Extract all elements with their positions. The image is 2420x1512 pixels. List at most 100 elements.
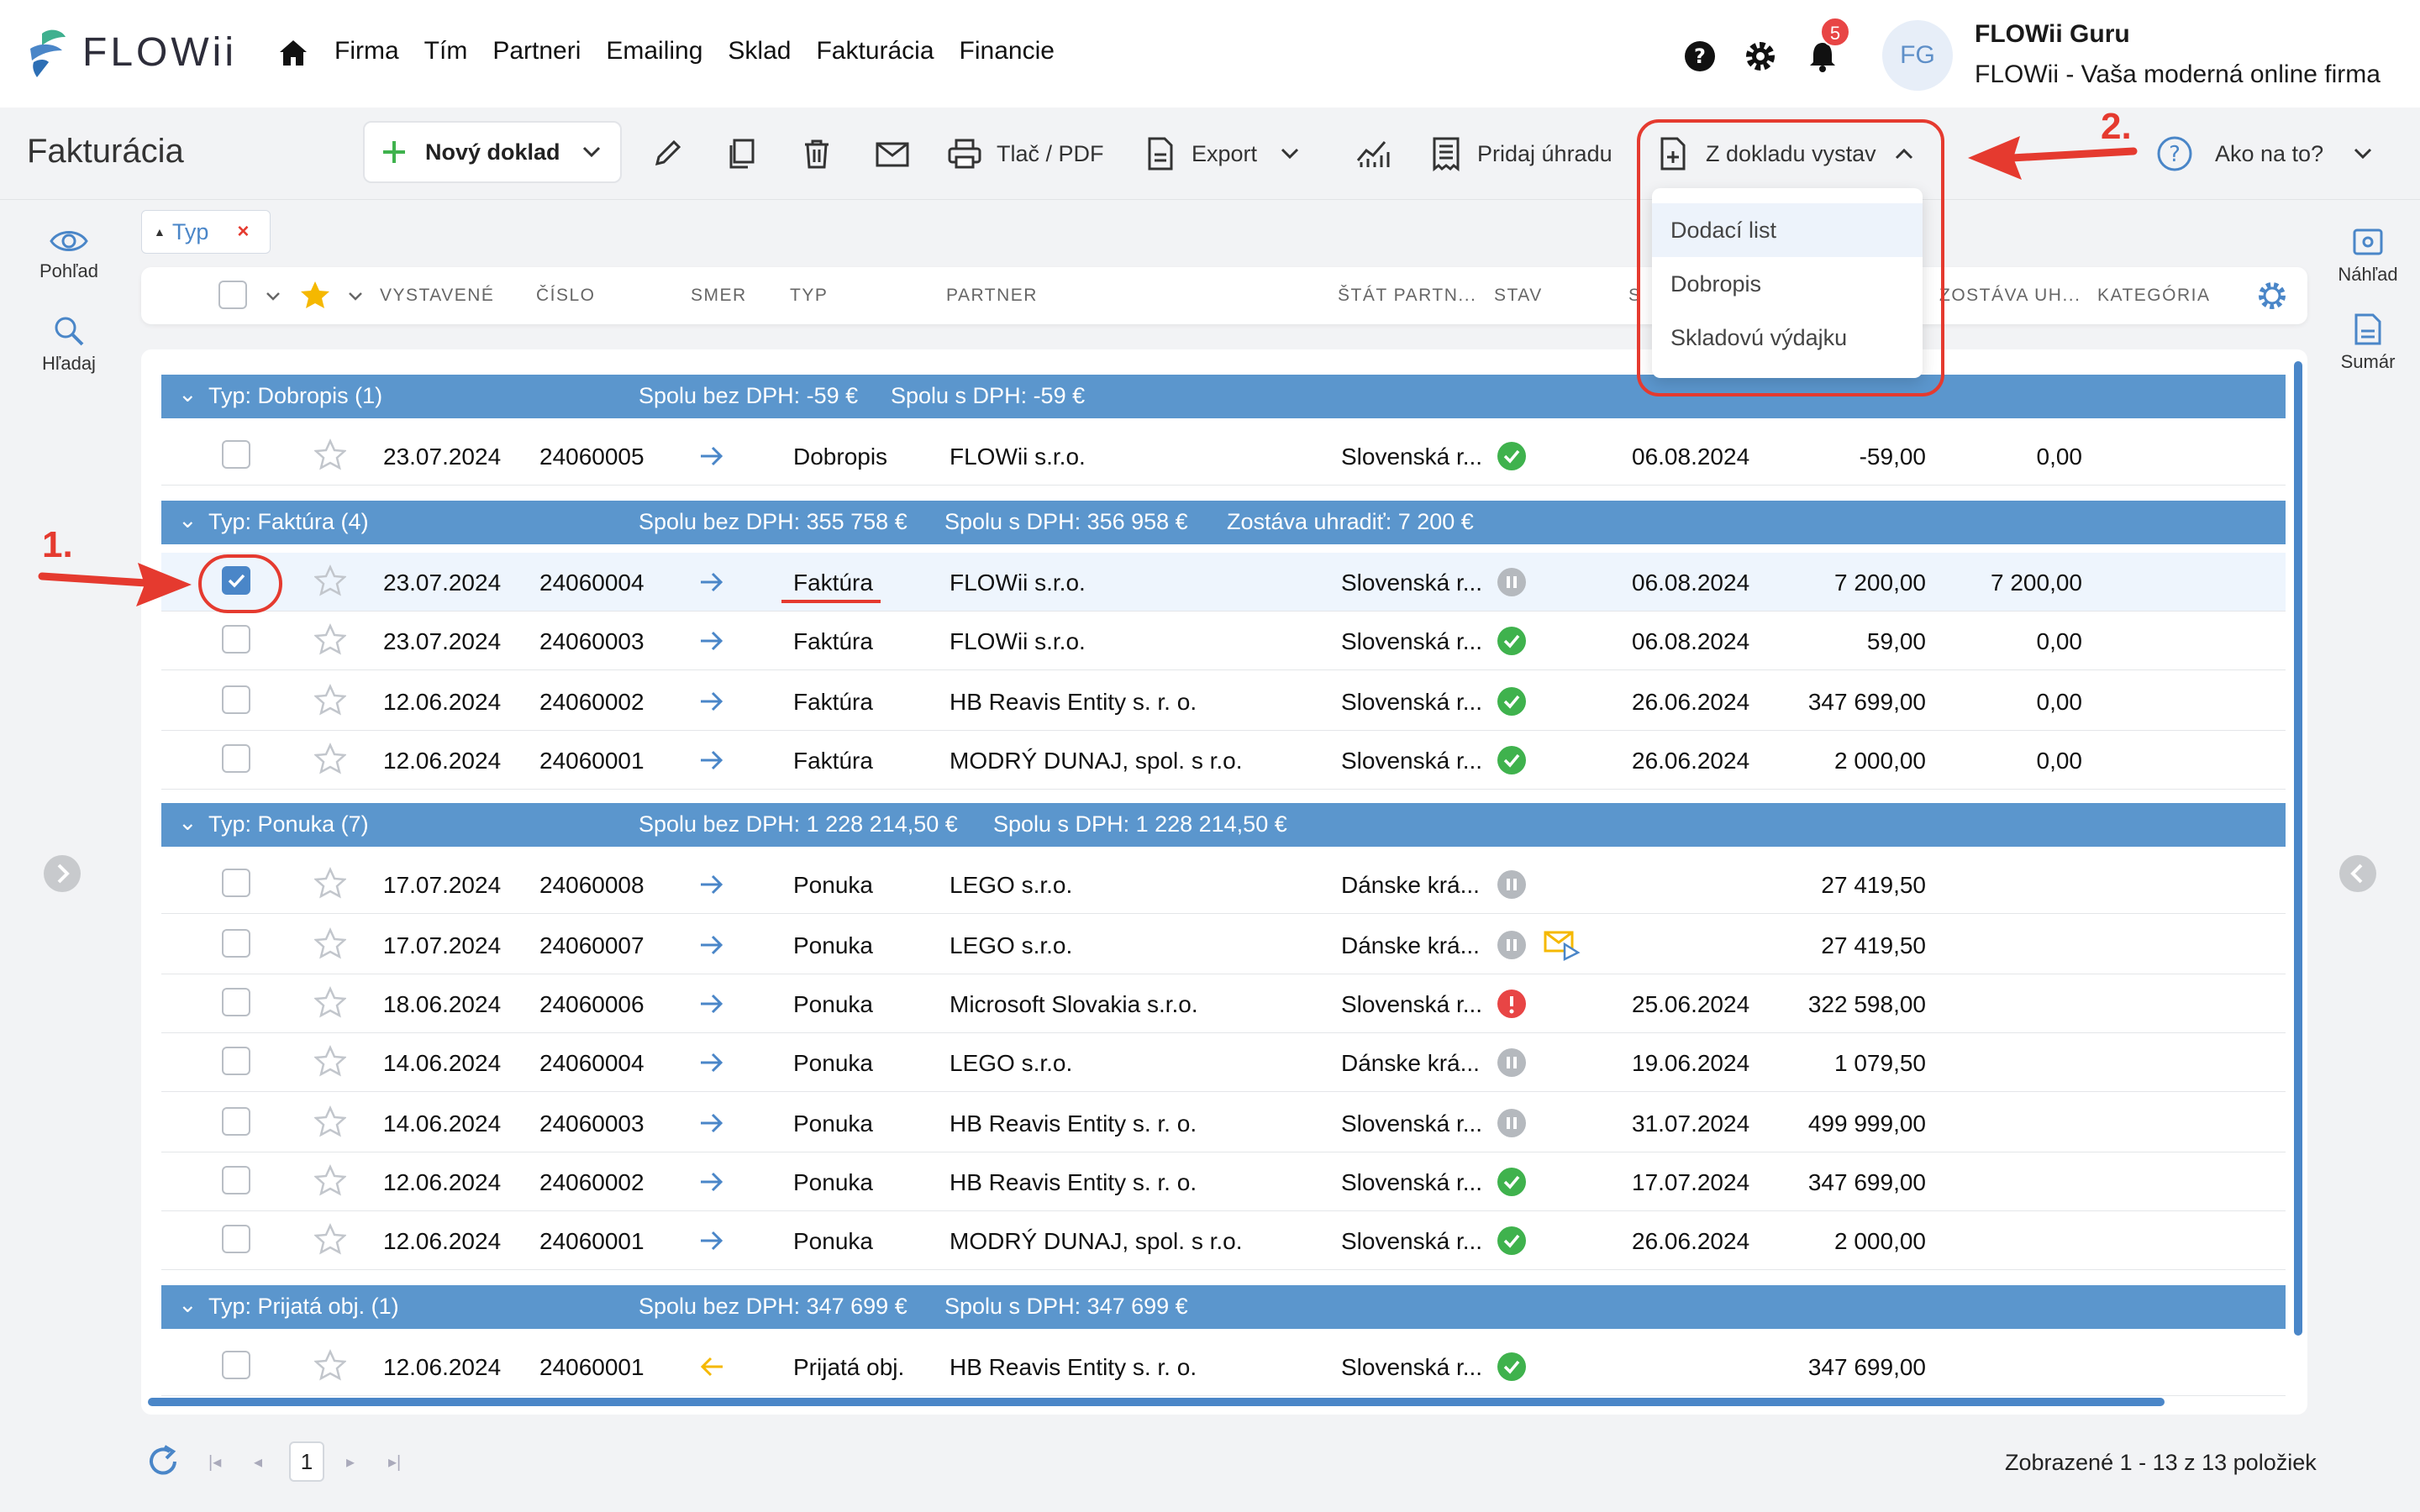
nav-sklad[interactable]: Sklad [728, 37, 791, 66]
last-page-icon[interactable]: ▸| [388, 1452, 401, 1473]
star-outline-icon[interactable] [314, 1223, 346, 1255]
nav-emailing[interactable]: Emailing [606, 37, 702, 66]
col-direction[interactable]: SMER [691, 286, 747, 306]
row-checkbox[interactable] [222, 869, 250, 897]
col-remaining[interactable]: ZOSTÁVA UH... [1939, 286, 2081, 306]
next-page-icon[interactable]: ▸ [346, 1452, 355, 1473]
star-outline-icon[interactable] [314, 743, 346, 774]
table-row[interactable]: 12.06.2024 24060001 Prijatá obj. HB Reavis … [161, 1337, 2286, 1396]
group-header[interactable]: ⌄ Typ: Prijatá obj. (1) Spolu bez DPH: 3… [161, 1285, 2286, 1329]
collapse-left-button[interactable] [44, 855, 81, 892]
row-partner[interactable]: Microsoft Slovakia s.r.o. [950, 991, 1198, 1018]
help-button[interactable]: ? Ako na to? [2156, 131, 2374, 176]
analytics-button[interactable] [1355, 131, 1392, 176]
col-partner-country[interactable]: ŠTÁT PARTN... [1338, 286, 1476, 306]
star-outline-icon[interactable] [314, 867, 346, 899]
row-partner[interactable]: LEGO s.r.o. [950, 932, 1072, 959]
table-row[interactable]: 12.06.2024 24060002 Faktúra HB Reavis Entit… [161, 672, 2286, 731]
nav-tim[interactable]: Tím [424, 37, 468, 66]
row-partner[interactable]: FLOWii s.r.o. [950, 628, 1086, 655]
summary-button[interactable]: Sumár [2326, 312, 2410, 373]
table-row[interactable]: 18.06.2024 24060006 Ponuka Microsoft Slovak… [161, 974, 2286, 1033]
row-partner[interactable]: HB Reavis Entity s. r. o. [950, 1354, 1197, 1381]
nav-financie[interactable]: Financie [960, 37, 1055, 66]
nav-firma[interactable]: Firma [334, 37, 399, 66]
vertical-scrollbar[interactable] [2294, 361, 2302, 1336]
avatar[interactable]: FG [1882, 20, 1953, 91]
row-partner[interactable]: HB Reavis Entity s. r. o. [950, 689, 1197, 716]
logo[interactable]: FLOWii [25, 25, 237, 79]
remove-filter-icon[interactable]: × [237, 220, 249, 244]
row-checkbox[interactable] [222, 625, 250, 654]
delete-button[interactable] [800, 131, 834, 176]
table-row[interactable]: 23.07.2024 24060005 Dobropis FLOWii s.r.o. S… [161, 427, 2286, 486]
star-filled-icon[interactable] [299, 279, 331, 311]
email-button[interactable] [874, 131, 911, 176]
nav-fakturacia[interactable]: Fakturácia [816, 37, 934, 66]
nav-partneri[interactable]: Partneri [492, 37, 581, 66]
row-partner[interactable]: HB Reavis Entity s. r. o. [950, 1169, 1197, 1196]
column-settings-icon[interactable] [2255, 279, 2289, 312]
row-checkbox[interactable] [222, 1225, 250, 1253]
refresh-icon[interactable] [145, 1443, 182, 1480]
chevron-down-icon[interactable] [346, 287, 365, 306]
row-checkbox[interactable] [222, 988, 250, 1016]
collapse-right-button[interactable] [2339, 855, 2376, 892]
export-button[interactable]: Export [1144, 131, 1301, 176]
preview-button[interactable]: Náhľad [2326, 225, 2410, 286]
filter-chip-type[interactable]: ▲ Typ × [141, 210, 271, 254]
search-button[interactable]: Hľadaj [27, 314, 111, 375]
group-header[interactable]: ⌄ Typ: Ponuka (7) Spolu bez DPH: 1 228 2… [161, 803, 2286, 847]
col-issued[interactable]: VYSTAVENÉ [380, 286, 494, 306]
add-payment-button[interactable]: Pridaj úhradu [1430, 131, 1612, 176]
star-outline-icon[interactable] [314, 1045, 346, 1077]
col-status[interactable]: STAV [1494, 286, 1543, 306]
star-outline-icon[interactable] [314, 684, 346, 716]
view-button[interactable]: Pohľad [27, 227, 111, 282]
row-checkbox[interactable] [222, 1107, 250, 1136]
chevron-down-icon[interactable] [264, 287, 282, 306]
table-row[interactable]: 23.07.2024 24060004 Faktúra FLOWii s.r.o. Sl… [161, 553, 2286, 612]
table-row[interactable]: 23.07.2024 24060003 Faktúra FLOWii s.r.o. Sl… [161, 612, 2286, 670]
gear-icon[interactable] [1743, 39, 1778, 74]
row-checkbox[interactable] [222, 440, 250, 469]
group-header[interactable]: ⌄ Typ: Dobropis (1) Spolu bez DPH: -59 €… [161, 375, 2286, 418]
prev-page-icon[interactable]: ◂ [254, 1452, 262, 1473]
star-outline-icon[interactable] [314, 1349, 346, 1381]
table-row[interactable]: 12.06.2024 24060001 Faktúra MODRÝ DUNAJ, sp… [161, 731, 2286, 790]
col-partner[interactable]: PARTNER [946, 286, 1038, 306]
star-outline-icon[interactable] [314, 1164, 346, 1196]
row-checkbox[interactable] [222, 929, 250, 958]
row-checkbox[interactable] [222, 1047, 250, 1075]
table-row[interactable]: 12.06.2024 24060001 Ponuka MODRÝ DUNAJ, spo… [161, 1211, 2286, 1270]
group-header[interactable]: ⌄ Typ: Faktúra (4) Spolu bez DPH: 355 75… [161, 501, 2286, 544]
row-checkbox[interactable] [222, 1166, 250, 1194]
star-outline-icon[interactable] [314, 927, 346, 959]
edit-button[interactable] [650, 131, 684, 176]
user-name[interactable]: FLOWii Guru [1975, 20, 2130, 49]
star-outline-icon[interactable] [314, 438, 346, 470]
table-row[interactable]: 17.07.2024 24060007 Ponuka LEGO s.r.o. Dánsk… [161, 916, 2286, 974]
new-doc-button[interactable]: Nový doklad [363, 121, 622, 183]
row-partner[interactable]: LEGO s.r.o. [950, 872, 1072, 899]
table-row[interactable]: 14.06.2024 24060003 Ponuka HB Reavis Entity… [161, 1094, 2286, 1152]
horizontal-scrollbar[interactable] [148, 1398, 2165, 1406]
row-partner[interactable]: LEGO s.r.o. [950, 1050, 1072, 1077]
page-number-button[interactable]: 1 [289, 1441, 324, 1482]
star-outline-icon[interactable] [314, 1105, 346, 1137]
row-partner[interactable]: FLOWii s.r.o. [950, 570, 1086, 596]
select-all-checkbox[interactable] [218, 281, 247, 309]
help-circle-icon[interactable]: ? [1682, 39, 1718, 74]
row-checkbox[interactable] [222, 1351, 250, 1379]
col-number[interactable]: ČÍSLO [536, 286, 596, 306]
star-outline-icon[interactable] [314, 564, 346, 596]
row-partner[interactable]: MODRÝ DUNAJ, spol. s r.o. [950, 748, 1243, 774]
home-icon[interactable] [277, 37, 309, 69]
table-row[interactable]: 17.07.2024 24060008 Ponuka LEGO s.r.o. Dánsk… [161, 855, 2286, 914]
copy-button[interactable] [724, 131, 758, 176]
row-checkbox[interactable] [222, 685, 250, 714]
first-page-icon[interactable]: |◂ [208, 1452, 221, 1473]
table-row[interactable]: 14.06.2024 24060004 Ponuka LEGO s.r.o. Dánsk… [161, 1033, 2286, 1092]
row-partner[interactable]: FLOWii s.r.o. [950, 444, 1086, 470]
star-outline-icon[interactable] [314, 986, 346, 1018]
